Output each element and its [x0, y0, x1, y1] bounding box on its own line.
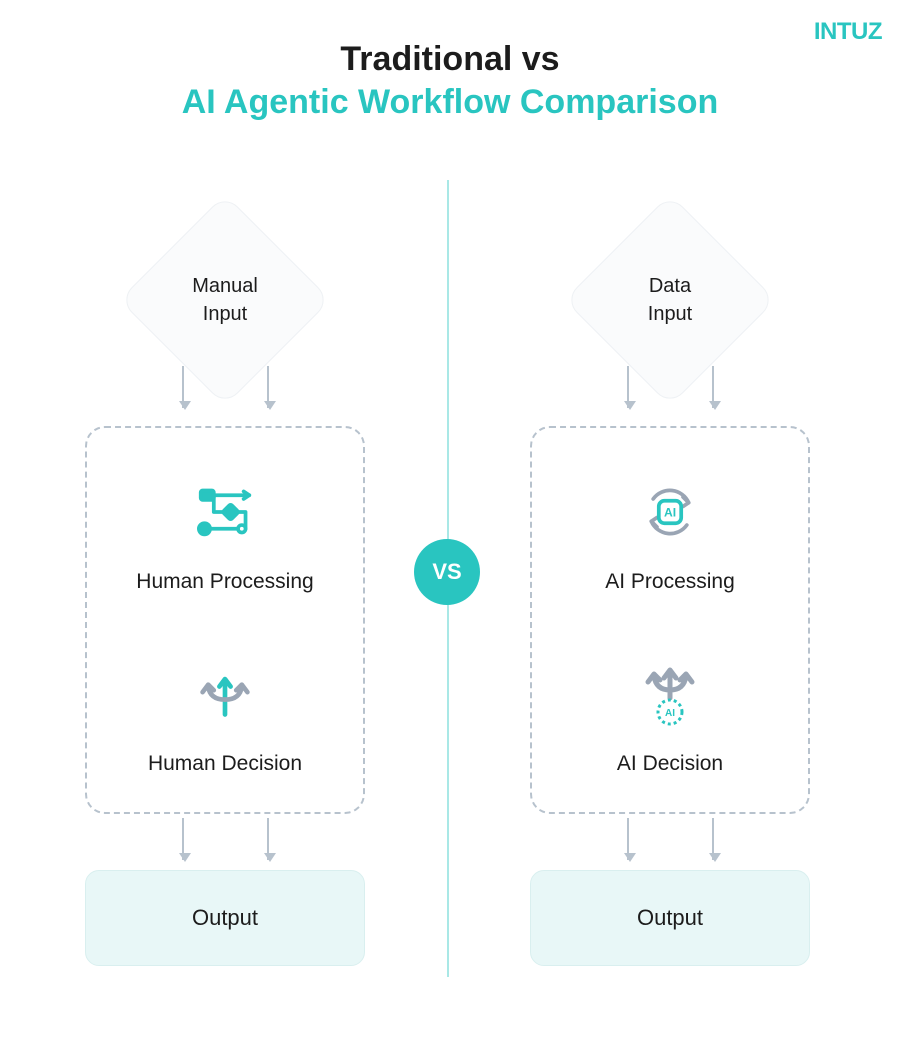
arrow-down: [85, 818, 365, 860]
step-label: Human Processing: [136, 570, 313, 594]
process-flow-icon: [197, 484, 253, 540]
arrow-down: [85, 366, 365, 408]
ai-cycle-icon: AI: [642, 484, 698, 540]
arrow-down: [530, 818, 810, 860]
input-label: DataInput: [648, 272, 692, 328]
ai-decision-icon: AI: [642, 666, 698, 722]
decision-arrows-icon: [197, 666, 253, 722]
step-label: Human Decision: [148, 752, 302, 776]
page-title: Traditional vs AI Agentic Workflow Compa…: [0, 40, 900, 122]
output-label: Output: [192, 905, 258, 931]
arrow-down: [530, 366, 810, 408]
step-label: AI Processing: [605, 570, 735, 594]
processing-box: AI AI Processing AI AI: [530, 426, 810, 814]
ai-decision-step: AI AI Decision: [532, 630, 808, 812]
output-node: Output: [85, 870, 365, 966]
title-line-2: AI Agentic Workflow Comparison: [0, 83, 900, 122]
ai-processing-step: AI AI Processing: [532, 448, 808, 630]
svg-text:AI: AI: [665, 708, 675, 719]
title-line-1: Traditional vs: [0, 40, 900, 79]
human-decision-step: Human Decision: [87, 630, 363, 812]
processing-box: Human Processing Human Decision: [85, 426, 365, 814]
output-node: Output: [530, 870, 810, 966]
step-label: AI Decision: [617, 752, 723, 776]
human-processing-step: Human Processing: [87, 448, 363, 630]
output-label: Output: [637, 905, 703, 931]
input-label: ManualInput: [192, 272, 258, 328]
vs-badge: VS: [414, 539, 480, 605]
svg-text:AI: AI: [664, 506, 676, 520]
